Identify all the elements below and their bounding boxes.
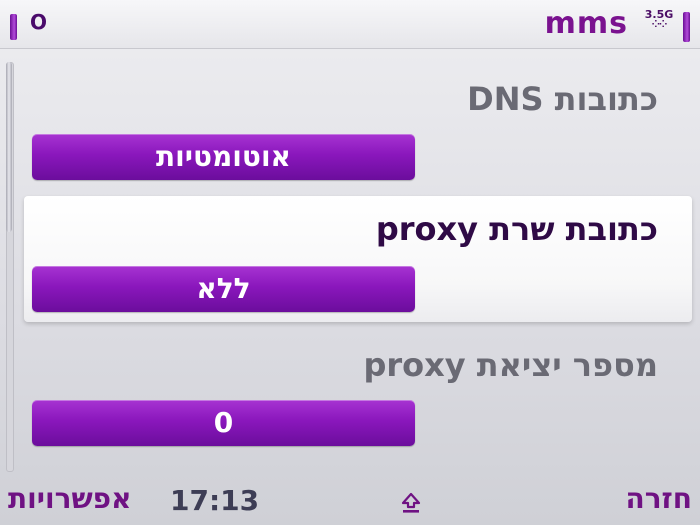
connection-indicator-icon: Ο [30,10,48,34]
setting-label: כתובת שרת proxy [375,210,658,248]
signal-strength-icon [10,14,17,40]
network-activity-dots: ⁘⁘ [651,19,668,30]
setting-value[interactable]: ללא [32,266,415,312]
back-softkey[interactable]: חזרה [625,482,692,515]
setting-value[interactable]: אוטומטיות [32,134,415,180]
setting-label: מספר יציאת proxy [363,346,658,384]
battery-icon [683,12,690,42]
status-bar: Ο mms 3.5G ⁘⁘ [0,0,700,49]
setting-dns-addresses[interactable]: כתובות DNS אוטומטיות [24,62,692,194]
setting-label: כתובות DNS [467,80,658,118]
options-softkey[interactable]: אפשרויות [8,482,131,515]
softkey-bar: אפשרויות 17:13 חזרה [0,476,700,525]
scrollbar-thumb[interactable] [6,62,12,232]
setting-proxy-server-address[interactable]: כתובת שרת proxy ללא [24,196,692,322]
setting-proxy-port-number[interactable]: מספר יציאת proxy 0 [24,330,692,460]
upload-icon [401,492,421,513]
page-title: mms [544,6,628,41]
network-3g-icon: 3.5G ⁘⁘ [644,9,674,42]
clock: 17:13 [170,484,260,517]
setting-value[interactable]: 0 [32,400,415,446]
